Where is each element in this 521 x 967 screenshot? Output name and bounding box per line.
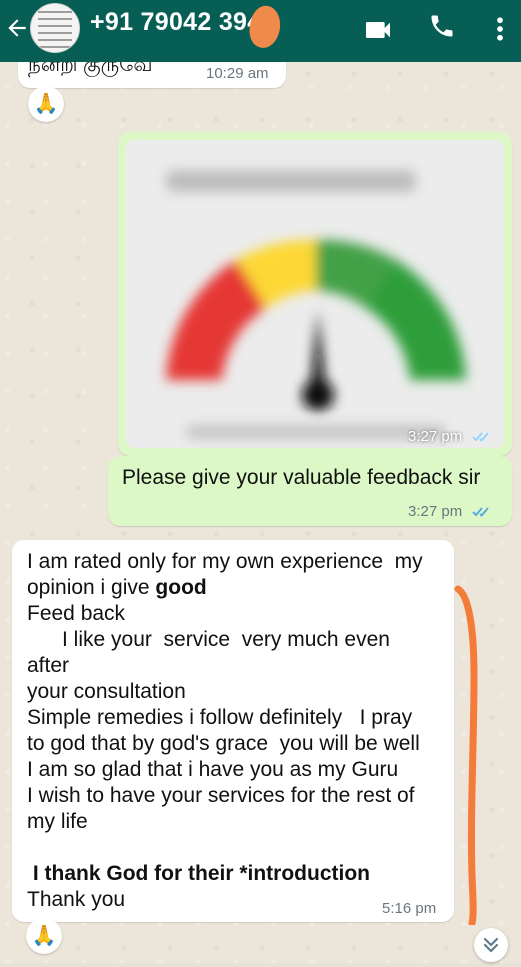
- reply-line: after: [27, 654, 70, 677]
- reply-line: I like your service very much even: [27, 628, 390, 651]
- bold-word: good: [155, 576, 207, 599]
- reply-line: I thank God for their *introduction: [27, 862, 370, 885]
- read-receipt-icon: [472, 432, 490, 442]
- contact-name[interactable]: +91 79042 394: [90, 8, 261, 37]
- feedback-gauge-image[interactable]: [126, 140, 504, 448]
- message-time: 10:29 am: [206, 65, 269, 82]
- outgoing-image-bubble[interactable]: 3:27 pm: [118, 132, 512, 456]
- read-receipt-icon: [472, 507, 490, 517]
- message-time: 3:27 pm: [408, 428, 494, 445]
- outgoing-message-bubble[interactable]: Please give your valuable feedback sir 3…: [108, 456, 512, 526]
- reply-line: I am rated only for my own experience my: [27, 550, 423, 573]
- reply-line: I am so glad that i have you as my Guru: [27, 758, 399, 781]
- reply-line: opinion i give good: [27, 575, 447, 601]
- message-time: 5:16 pm: [382, 900, 437, 917]
- annotation-stroke: [454, 585, 478, 925]
- reply-line: my life: [27, 810, 88, 833]
- reply-line: to god that by god's grace you will be w…: [27, 732, 420, 755]
- video-call-icon[interactable]: [362, 14, 394, 46]
- reply-line: I wish to have your services for the res…: [27, 784, 415, 807]
- reaction-emoji[interactable]: 🙏: [26, 918, 62, 954]
- double-chevron-down-icon: [483, 937, 499, 953]
- reply-line-part: opinion i give: [27, 576, 156, 599]
- reaction-emoji[interactable]: 🙏: [28, 86, 64, 122]
- incoming-message-bubble[interactable]: I am rated only for my own experience my…: [12, 540, 454, 922]
- time-label: 3:27 pm: [408, 503, 463, 520]
- more-vertical-icon[interactable]: [490, 14, 510, 44]
- contact-avatar[interactable]: [30, 3, 80, 53]
- back-arrow-icon[interactable]: [4, 15, 30, 41]
- reply-line: Simple remedies i follow definitely I pr…: [27, 706, 413, 729]
- scroll-to-bottom-button[interactable]: [474, 928, 508, 962]
- time-label: 3:27 pm: [408, 428, 463, 445]
- reply-line: your consultation: [27, 680, 186, 703]
- gauge-graphic: [166, 170, 466, 439]
- chat-header: +91 79042 394: [0, 0, 521, 62]
- reply-text-block: I am rated only for my own experience my…: [27, 549, 447, 913]
- message-time: 3:27 pm: [408, 503, 494, 520]
- message-text: Please give your valuable feedback sir: [122, 466, 481, 489]
- reply-line: Feed back: [27, 602, 126, 625]
- phone-icon[interactable]: [428, 12, 456, 40]
